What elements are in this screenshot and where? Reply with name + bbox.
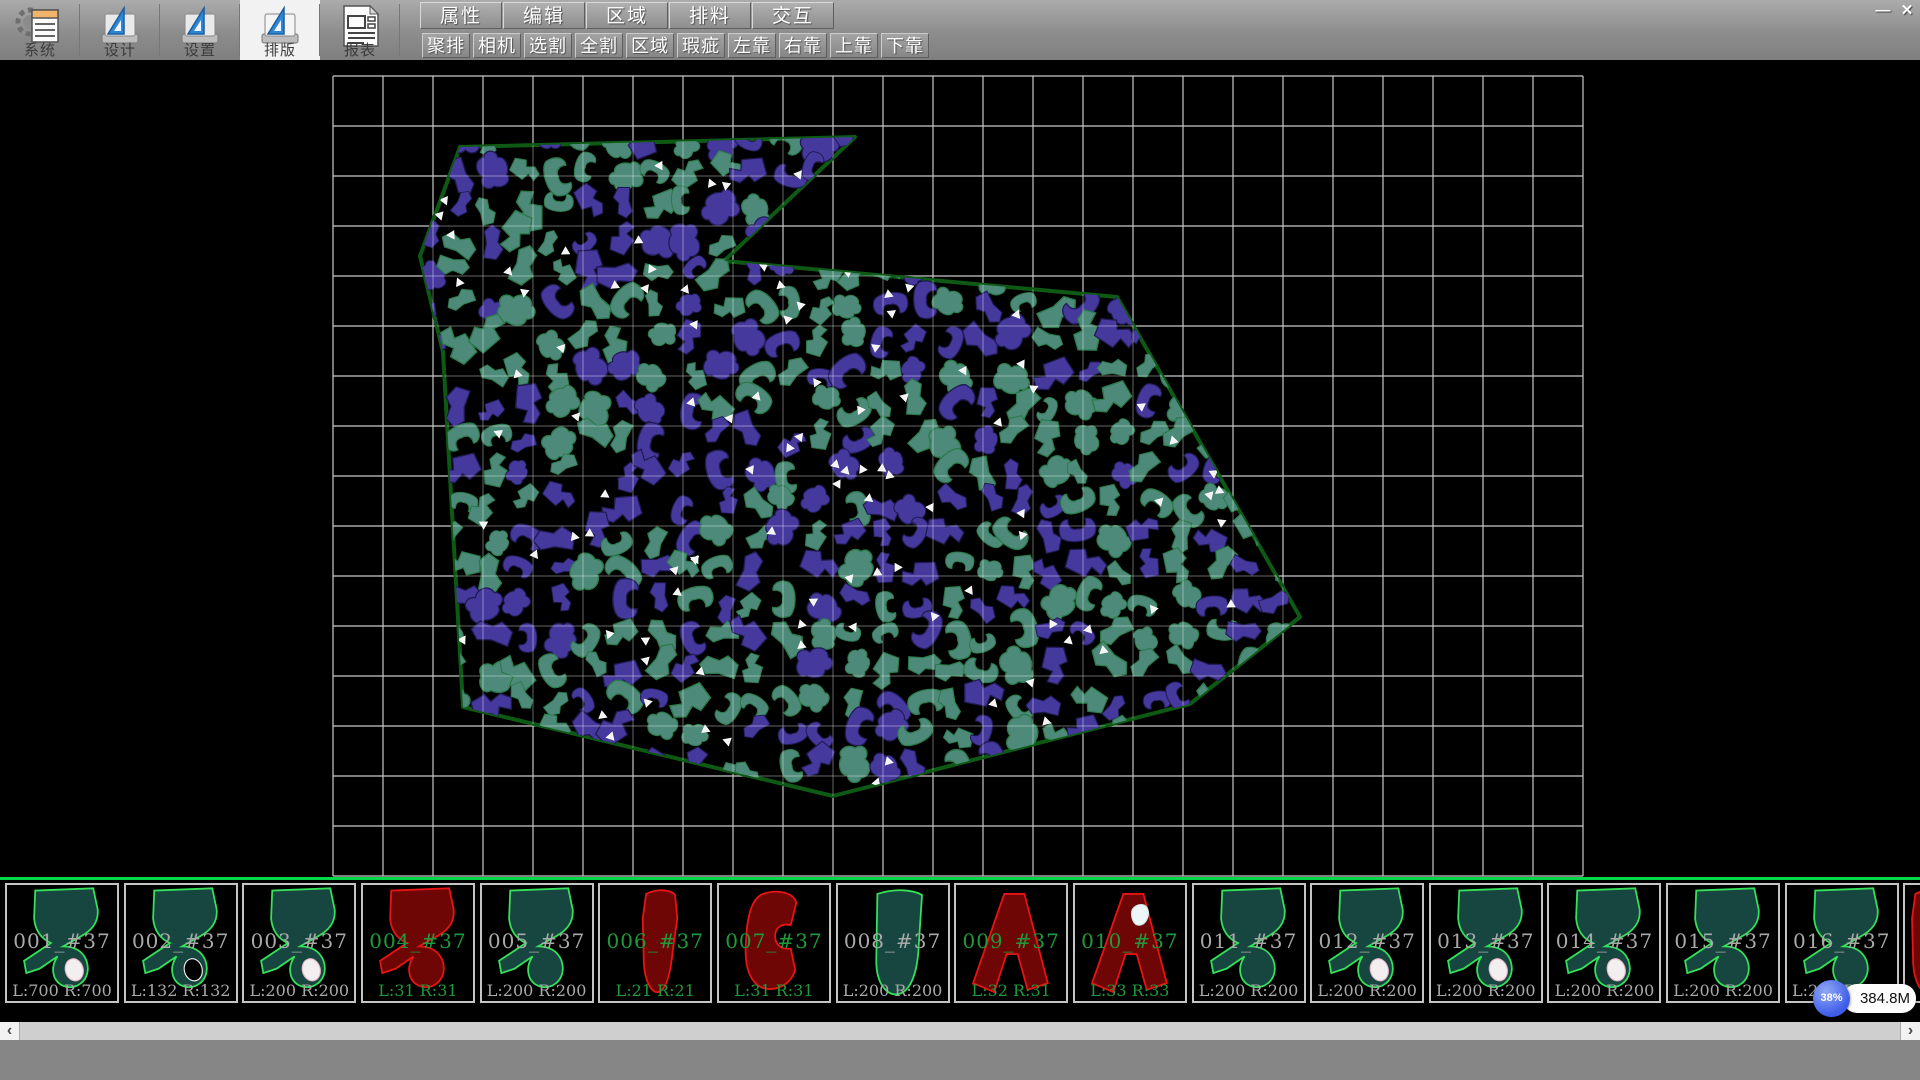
tool-align-left[interactable]: 左靠: [728, 33, 776, 58]
memory-usage-badge: 384.8M: [1843, 984, 1916, 1013]
menu-region[interactable]: 区域: [586, 2, 668, 29]
thumbnail-lr-label: L:700 R:700: [7, 981, 117, 1000]
thumbnail-id-label: 001_#37: [7, 929, 117, 953]
divider: [399, 4, 400, 56]
menu-nesting[interactable]: 排料: [669, 2, 751, 29]
thumbnail-id-label: 005_#37: [482, 929, 592, 953]
application-window: 系统 设计: [0, 0, 1920, 1080]
app-tab-label: 设置: [160, 39, 240, 60]
thumbnail-lr-label: L:31 R:31: [719, 981, 829, 1000]
thumbnail-id-label: 013_#37: [1431, 929, 1541, 953]
thumbnail-lr-label: L:200 R:200: [1431, 981, 1541, 1000]
tool-defect[interactable]: 瑕疵: [677, 33, 725, 58]
thumbnail-id-label: 003_#37: [244, 929, 354, 953]
bottom-status-bar: [0, 1040, 1920, 1080]
app-tab-settings[interactable]: 设置: [160, 0, 240, 60]
thumbnail-piece-004_#37[interactable]: 004_#37 L:31 R:31: [361, 883, 475, 1003]
thumbnail-piece-006_#37[interactable]: 006_#37 L:21 R:21: [598, 883, 712, 1003]
thumbnail-lr-label: L:200 R:200: [1668, 981, 1778, 1000]
thumbnail-lr-label: L:33 R:33: [1075, 981, 1185, 1000]
app-tab-label: 系统: [0, 39, 80, 60]
thumbnail-piece-013_#37[interactable]: 013_#37 L:200 R:200: [1429, 883, 1543, 1003]
menu-interact[interactable]: 交互: [752, 2, 834, 29]
tool-select-cut[interactable]: 选割: [524, 33, 572, 58]
thumbnail-lr-label: L:200 R:200: [1549, 981, 1659, 1000]
thumbnail-piece-007_#37[interactable]: 007_#37 L:31 R:31: [717, 883, 831, 1003]
menu-properties[interactable]: 属性: [420, 2, 502, 29]
thumbnail-id-label: 014_#37: [1549, 929, 1659, 953]
thumbnail-lr-label: L:21 R:21: [600, 981, 710, 1000]
thumbnail-piece-005_#37[interactable]: 005_#37 L:200 R:200: [480, 883, 594, 1003]
main-toolbar: 系统 设计: [0, 0, 1920, 60]
menu-edit[interactable]: 编辑: [503, 2, 585, 29]
app-tab-layout[interactable]: 排版: [240, 0, 320, 60]
thumbnail-lr-label: L:200 R:200: [838, 981, 948, 1000]
horizontal-scrollbar[interactable]: ‹ ›: [0, 1022, 1920, 1040]
app-tab-label: 报表: [320, 39, 400, 60]
minimize-button[interactable]: —: [1872, 1, 1894, 21]
thumbnail-lr-label: L:132 R:132: [126, 981, 236, 1000]
thumbnail-lr-label: L:32 R:31: [956, 981, 1066, 1000]
tool-align-bottom[interactable]: 下靠: [881, 33, 929, 58]
tool-align-top[interactable]: 上靠: [830, 33, 878, 58]
thumbnail-lr-label: L:31 R:31: [363, 981, 473, 1000]
scroll-left-button[interactable]: ‹: [0, 1022, 20, 1040]
thumbnail-piece-015_#37[interactable]: 015_#37 L:200 R:200: [1666, 883, 1780, 1003]
thumbnail-id-label: 012_#37: [1312, 929, 1422, 953]
tool-region[interactable]: 区域: [626, 33, 674, 58]
close-button[interactable]: ✕: [1896, 1, 1918, 21]
thumbnail-piece-008_#37[interactable]: 008_#37 L:200 R:200: [836, 883, 950, 1003]
thumbnail-id-label: 010_#37: [1075, 929, 1185, 953]
thumbnail-id-label: 016_#37: [1787, 929, 1897, 953]
piece-thumbnail-strip: 001_#37 L:700 R:700 002_#37 L:132 R:132 00…: [0, 877, 1920, 1004]
strip-divider-line: [0, 877, 1920, 880]
app-tab-label: 设计: [80, 39, 160, 60]
thumbnail-id-label: 009_#37: [956, 929, 1066, 953]
scroll-right-button[interactable]: ›: [1900, 1022, 1920, 1040]
thumbnail-piece-011_#37[interactable]: 011_#37 L:200 R:200: [1192, 883, 1306, 1003]
app-tab-design[interactable]: 设计: [80, 0, 160, 60]
thumbnail-lr-label: L:200 R:200: [1312, 981, 1422, 1000]
thumbnail-id-label: 004_#37: [363, 929, 473, 953]
thumbnail-lr-label: L:200 R:200: [1194, 981, 1304, 1000]
thumbnail-piece-001_#37[interactable]: 001_#37 L:700 R:700: [5, 883, 119, 1003]
progress-percent-badge: 38%: [1813, 980, 1850, 1017]
tool-align-right[interactable]: 右靠: [779, 33, 827, 58]
thumbnail-id-label: 007_#37: [719, 929, 829, 953]
tool-cut-all[interactable]: 全割: [575, 33, 623, 58]
thumbnail-lr-label: L:200 R:200: [244, 981, 354, 1000]
thumbnail-id-label: 008_#37: [838, 929, 948, 953]
app-tab-system[interactable]: 系统: [0, 0, 80, 60]
thumbnail-piece-002_#37[interactable]: 002_#37 L:132 R:132: [124, 883, 238, 1003]
thumbnail-piece-012_#37[interactable]: 012_#37 L:200 R:200: [1310, 883, 1424, 1003]
nesting-canvas[interactable]: [0, 60, 1920, 1004]
thumbnail-piece-003_#37[interactable]: 003_#37 L:200 R:200: [242, 883, 356, 1003]
thumbnail-id-label: 015_#37: [1668, 929, 1778, 953]
thumbnail-id-label: 002_#37: [126, 929, 236, 953]
app-tab-report[interactable]: 报表: [320, 0, 400, 60]
tool-camera[interactable]: 相机: [473, 33, 521, 58]
thumbnail-id-label: 006_#37: [600, 929, 710, 953]
tool-cluster-nest[interactable]: 聚排: [422, 33, 470, 58]
thumbnail-shape: [1905, 885, 1920, 1001]
thumbnail-piece-010_#37[interactable]: 010_#37 L:33 R:33: [1073, 883, 1187, 1003]
thumbnail-lr-label: L:200 R:200: [482, 981, 592, 1000]
thumbnail-piece-009_#37[interactable]: 009_#37 L:32 R:31: [954, 883, 1068, 1003]
thumbnail-piece-014_#37[interactable]: 014_#37 L:200 R:200: [1547, 883, 1661, 1003]
thumbnail-id-label: 011_#37: [1194, 929, 1304, 953]
app-tab-label: 排版: [240, 39, 320, 60]
